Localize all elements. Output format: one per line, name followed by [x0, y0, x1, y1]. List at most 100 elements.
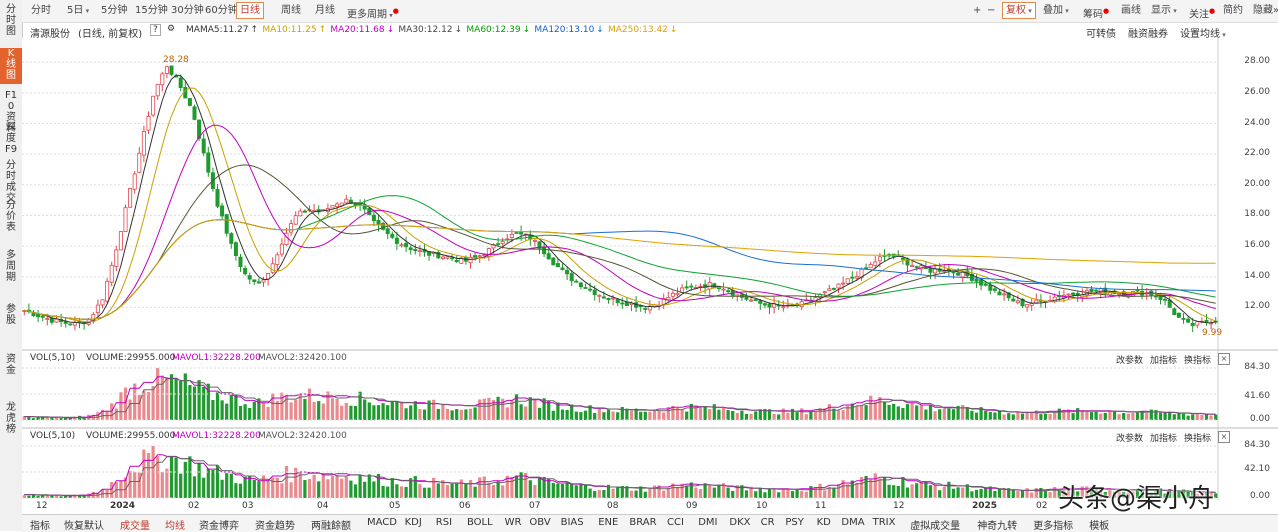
indicator-tab-20[interactable]: PSY	[785, 517, 804, 528]
vol1-bar	[220, 400, 224, 420]
indicator-tab-10[interactable]: BOLL	[467, 517, 493, 528]
vol2-bar	[588, 488, 592, 498]
tab-monthly[interactable]: 月线	[312, 3, 338, 19]
candle-body	[500, 241, 505, 244]
vol1-bar	[813, 411, 818, 420]
candle-body	[233, 242, 238, 257]
vol1-bar	[648, 411, 652, 420]
vol1-bar	[662, 412, 666, 420]
indicator-tab-12[interactable]: OBV	[529, 517, 550, 528]
chip-button[interactable]: 筹码●	[1080, 3, 1112, 20]
vol1-bar	[376, 405, 381, 420]
indicator-tab-4[interactable]: 资金博弈	[199, 517, 239, 532]
indicator-tab-11[interactable]: WR	[505, 517, 522, 528]
vol2-bar	[855, 482, 859, 498]
vol2-bar	[188, 456, 192, 498]
sidebar-item-6[interactable]: 多周期	[0, 250, 22, 298]
tab-more-period[interactable]: 更多周期 ▾●	[344, 3, 402, 20]
candle-body	[578, 282, 583, 288]
vol1-close-icon[interactable]: ×	[1218, 353, 1230, 365]
vol2-bar	[961, 487, 965, 498]
indicator-tab-18[interactable]: DKX	[729, 517, 750, 528]
watch-button[interactable]: 关注●	[1186, 3, 1218, 20]
tab-5day[interactable]: 5日 ▾	[64, 3, 92, 19]
hide-button[interactable]: 隐藏»	[1250, 3, 1278, 19]
indicator-tab-26[interactable]: 更多指标	[1033, 517, 1073, 532]
vol1-bar	[933, 411, 937, 420]
vol2-bar	[979, 488, 983, 498]
sidebar-item-5[interactable]: 分价表	[0, 200, 22, 244]
vol2-add-button[interactable]: 加指标	[1150, 431, 1177, 444]
indicator-tab-2[interactable]: 成交量	[120, 517, 150, 532]
vol1-bar	[1145, 413, 1149, 420]
indicator-tab-6[interactable]: 两融餘额	[311, 517, 351, 532]
draw-button[interactable]: 画线	[1118, 3, 1144, 19]
tab-weekly[interactable]: 周线	[278, 3, 304, 19]
indicator-tab-23[interactable]: TRIX	[873, 517, 896, 528]
x-axis-label: 10	[756, 501, 768, 511]
sidebar-item-8[interactable]: 资金	[0, 354, 22, 396]
indicator-tab-21[interactable]: KD	[817, 517, 831, 528]
vol1-param-button[interactable]: 改参数	[1116, 353, 1143, 366]
indicator-tab-3[interactable]: 均线	[165, 517, 185, 532]
gear-icon[interactable]: ⚙	[167, 24, 175, 34]
overlay-button[interactable]: 叠加 ▾	[1040, 3, 1072, 19]
fq-button[interactable]: 复权 ▾	[1002, 2, 1036, 19]
tab-15min[interactable]: 15分钟	[132, 3, 171, 19]
sidebar-item-1[interactable]: K线图	[0, 48, 22, 84]
vol1-bar	[1089, 412, 1094, 420]
indicator-tab-5[interactable]: 资金趋势	[255, 517, 295, 532]
vol1-bar	[381, 403, 385, 420]
sidebar-item-3[interactable]: 深度F9	[0, 122, 22, 155]
vol-tick: 84.30	[1244, 440, 1270, 450]
tab-5min[interactable]: 5分钟	[98, 3, 130, 19]
vol2-close-icon[interactable]: ×	[1218, 431, 1230, 443]
display-button[interactable]: 显示 ▾	[1148, 3, 1180, 19]
vol2-bar	[708, 485, 712, 498]
vol1-switch-button[interactable]: 换指标	[1184, 353, 1211, 366]
indicator-tab-15[interactable]: BRAR	[629, 517, 656, 528]
brief-button[interactable]: 简约	[1220, 3, 1246, 19]
zoom-out-button[interactable]: −	[984, 3, 998, 19]
indicator-tab-0[interactable]: 指标	[30, 517, 50, 532]
sidebar-item-7[interactable]: 参股	[0, 304, 22, 348]
sidebar-item-4[interactable]: 分时成交	[0, 160, 22, 204]
ma-item-6: MA120:13.10 ↓	[534, 25, 604, 35]
tab-fenshi[interactable]: 分时	[28, 3, 54, 19]
indicator-tab-7[interactable]: MACD	[367, 517, 397, 528]
sidebar-item-9[interactable]: 龙虎榜	[0, 402, 22, 438]
vol2-param-button[interactable]: 改参数	[1116, 431, 1143, 444]
tab-30min[interactable]: 30分钟	[168, 3, 207, 19]
vol1-bar	[551, 410, 555, 420]
indicator-tab-14[interactable]: ENE	[598, 517, 618, 528]
indicator-tab-17[interactable]: DMI	[698, 517, 717, 528]
indicator-tab-27[interactable]: 模板	[1089, 517, 1109, 532]
kline-chart[interactable]	[22, 38, 1278, 514]
vol2-bar	[510, 476, 514, 498]
vol2-bar	[924, 481, 928, 498]
tab-60min[interactable]: 60分钟	[202, 3, 241, 19]
indicator-tab-8[interactable]: KDJ	[405, 517, 422, 528]
vol2-bar	[634, 490, 638, 498]
vol1-bar	[1181, 413, 1186, 420]
indicator-tab-9[interactable]: RSI	[436, 517, 452, 528]
vol2-bar	[565, 482, 569, 498]
candle-body	[256, 281, 261, 284]
vol1-add-button[interactable]: 加指标	[1150, 353, 1177, 366]
candle-body	[546, 253, 551, 260]
tab-daily[interactable]: 日线	[236, 2, 264, 19]
sidebar-item-2[interactable]: F10资料	[0, 90, 22, 134]
vol1-bar	[1053, 411, 1057, 420]
help-icon[interactable]: ?	[150, 24, 161, 36]
sidebar-item-0[interactable]: 分时图	[0, 4, 22, 42]
indicator-tab-1[interactable]: 恢复默认	[64, 517, 104, 532]
vol2-switch-button[interactable]: 换指标	[1184, 431, 1211, 444]
vol2-bar	[662, 490, 666, 498]
zoom-in-button[interactable]: +	[970, 3, 984, 19]
indicator-tab-16[interactable]: CCI	[667, 517, 684, 528]
indicator-tab-19[interactable]: CR	[761, 517, 775, 528]
indicator-tab-22[interactable]: DMA	[841, 517, 864, 528]
indicator-tab-25[interactable]: 神奇九转	[977, 517, 1017, 532]
indicator-tab-24[interactable]: 虚拟成交量	[910, 517, 960, 532]
indicator-tab-13[interactable]: BIAS	[561, 517, 584, 528]
